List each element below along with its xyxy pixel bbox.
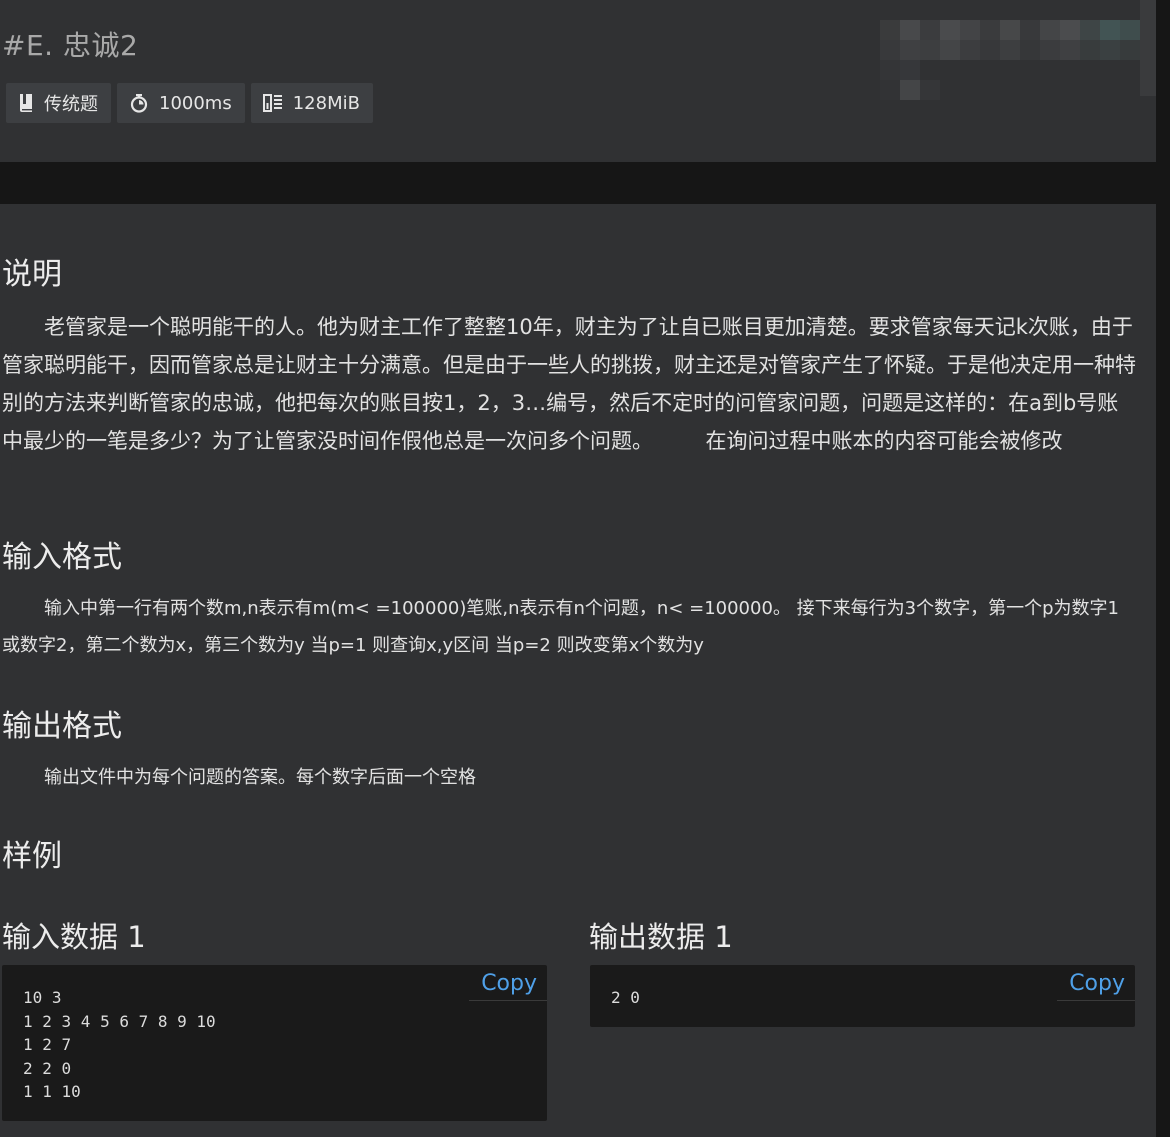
sample-input-heading: 输入数据 1	[2, 920, 146, 954]
sample-input-box: Copy 10 3 1 2 3 4 5 6 7 8 9 10 1 2 7 2 2…	[2, 965, 547, 1121]
output-format-heading: 输出格式	[2, 709, 122, 744]
scrollbar-track[interactable]	[1140, 0, 1156, 96]
problem-type-tag: 传统题	[6, 83, 111, 123]
copy-input-underline	[469, 1000, 547, 1001]
copy-input-button[interactable]: Copy	[481, 971, 537, 996]
sample-output-box: Copy 2 0	[590, 965, 1135, 1027]
time-limit-label: 1000ms	[159, 92, 232, 114]
memory-icon	[262, 94, 282, 112]
copy-output-button[interactable]: Copy	[1069, 971, 1125, 996]
description-text: 老管家是一个聪明能干的人。他为财主工作了整整10年，财主为了让自已账目更加清楚。…	[2, 315, 1136, 453]
stopwatch-icon	[130, 94, 148, 113]
time-limit-tag: 1000ms	[117, 83, 245, 123]
copy-output-underline	[1057, 1000, 1135, 1001]
sample-input-code: 10 3 1 2 3 4 5 6 7 8 9 10 1 2 7 2 2 0 1 …	[23, 988, 216, 1101]
description-heading: 说明	[2, 257, 62, 292]
input-format-text: 输入中第一行有两个数m,n表示有m(m< =100000)笔账,n表示有n个问题…	[2, 598, 1119, 656]
memory-limit-label: 128MiB	[292, 92, 360, 114]
pixelated-redaction	[880, 20, 1140, 100]
book-icon	[20, 94, 32, 112]
problem-tags: 传统题 1000ms 128MiB	[6, 83, 373, 123]
memory-limit-tag: 128MiB	[250, 83, 373, 123]
problem-header: #E. 忠诚2 传统题 1000ms 128MiB	[0, 0, 1156, 162]
input-format-heading: 输入格式	[2, 540, 122, 575]
problem-title: #E. 忠诚2	[2, 29, 139, 62]
problem-content: 说明 老管家是一个聪明能干的人。他为财主工作了整整10年，财主为了让自已账目更加…	[0, 204, 1156, 1137]
sample-output-heading: 输出数据 1	[589, 920, 733, 954]
samples-heading: 样例	[2, 839, 62, 874]
problem-type-label: 传统题	[44, 94, 98, 115]
output-format-text: 输出文件中为每个问题的答案。每个数字后面一个空格	[44, 767, 476, 788]
sample-output-code: 2 0	[611, 988, 640, 1007]
